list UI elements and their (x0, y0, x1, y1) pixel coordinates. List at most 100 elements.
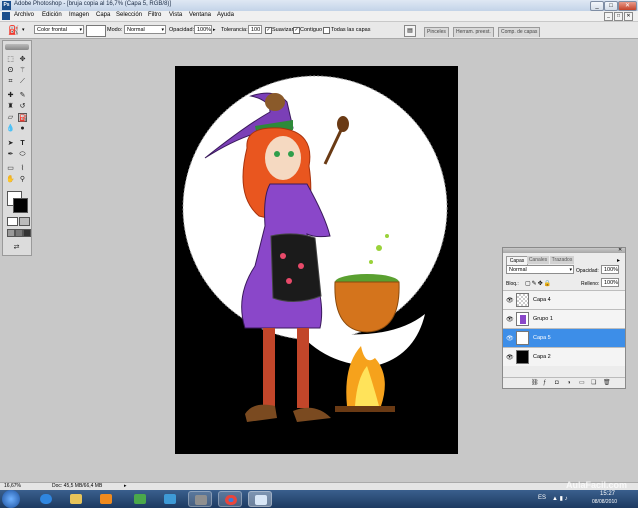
toolbox-header[interactable] (5, 44, 29, 50)
mode-select[interactable]: Normal ▾ (124, 25, 166, 34)
menu-ayuda[interactable]: Ayuda (217, 12, 234, 18)
history-brush-icon[interactable]: ↺ (18, 102, 27, 111)
lasso-tool-icon[interactable]: ʘ (6, 66, 15, 75)
doc-icon[interactable] (2, 12, 10, 20)
link-layers-icon[interactable]: ⛓ (531, 378, 539, 389)
notes-tool-icon[interactable]: ▭ (6, 164, 15, 173)
marquee-tool-icon[interactable]: ⬚ (6, 55, 15, 64)
people-icon[interactable] (158, 491, 182, 507)
fill-source-select[interactable]: Color frontal ▾ (34, 25, 84, 34)
eye-icon[interactable]: 👁 (506, 297, 514, 304)
zoom-level[interactable]: 16,67% (4, 483, 21, 489)
layer-row-capa-2[interactable]: 👁 Capa 2 (503, 347, 625, 366)
eye-icon[interactable]: 👁 (506, 316, 514, 323)
clock-date[interactable]: 08/08/2010 (592, 499, 617, 505)
layer-name[interactable]: Capa 4 (533, 297, 551, 303)
chrome-icon[interactable] (218, 491, 242, 507)
paint-bucket-icon[interactable]: ⛽ (8, 25, 19, 36)
jump-to-imageready-icon[interactable]: ⇄ (12, 243, 21, 252)
menu-seleccion[interactable]: Selección (116, 12, 142, 18)
menu-capa[interactable]: Capa (96, 12, 110, 18)
pen-tool-icon[interactable]: ✒ (6, 150, 15, 159)
screen-mode-full-icon[interactable] (23, 229, 31, 237)
lock-icons[interactable]: ▢✎✥🔒 (525, 280, 552, 287)
standard-mode-icon[interactable] (7, 217, 18, 226)
hand-tool-icon[interactable]: ✋ (6, 175, 15, 184)
doc-restore-button[interactable]: □ (614, 12, 623, 21)
tab-canales[interactable]: Canales (527, 256, 549, 264)
layer-style-icon[interactable]: ƒ (543, 378, 546, 389)
menu-vista[interactable]: Vista (169, 12, 182, 18)
layer-name[interactable]: Capa 2 (533, 354, 551, 360)
document-canvas[interactable] (175, 66, 458, 454)
photoshop-taskbar-icon[interactable] (248, 491, 272, 507)
tray-icons[interactable]: ▲ ▮ ♪ (552, 495, 568, 502)
panel-opacity-input[interactable]: 100% (601, 265, 619, 274)
status-arrow-icon[interactable]: ▸ (124, 483, 127, 489)
new-layer-icon[interactable]: ❏ (591, 378, 596, 389)
tab-trazados[interactable]: Trazados (550, 256, 574, 264)
media-player-icon[interactable] (94, 491, 118, 507)
blur-tool-icon[interactable]: 💧 (6, 124, 15, 133)
foreground-color-swatch[interactable] (13, 198, 28, 213)
layer-row-capa-4[interactable]: 👁 Capa 4 (503, 290, 625, 309)
maximize-button[interactable]: □ (604, 1, 618, 11)
doc-close-button[interactable]: ✕ (624, 12, 633, 21)
quick-mask-icon[interactable] (19, 217, 30, 226)
slice-tool-icon[interactable]: ⟋ (18, 77, 27, 86)
adjustment-layer-icon[interactable]: ◑ (567, 378, 571, 389)
layer-name[interactable]: Grupo 1 (533, 316, 553, 322)
panel-close-icon[interactable]: ✕ (618, 248, 622, 253)
pattern-swatch[interactable] (86, 25, 106, 37)
menu-ventana[interactable]: Ventana (189, 12, 211, 18)
layer-row-capa-5[interactable]: 👁 Capa 5 (503, 328, 625, 347)
layer-mask-icon[interactable]: ◘ (555, 378, 559, 389)
contiguous-checkbox[interactable]: ✓ (293, 27, 300, 34)
blend-mode-select[interactable]: Normal ▾ (506, 265, 574, 274)
tool-preset-arrow-icon[interactable]: ▾ (22, 27, 25, 33)
tolerance-input[interactable]: 100 (248, 25, 262, 34)
menu-filtro[interactable]: Filtro (148, 12, 161, 18)
language-indicator[interactable]: ES (538, 495, 546, 501)
layer-name[interactable]: Capa 5 (533, 335, 551, 341)
eye-icon[interactable]: 👁 (506, 354, 514, 361)
new-group-icon[interactable]: ▭ (579, 378, 585, 389)
fill-input[interactable]: 100% (601, 278, 619, 287)
panel-header[interactable] (503, 248, 625, 253)
layer-row-grupo-1[interactable]: 👁 Grupo 1 (503, 309, 625, 328)
opacity-input[interactable]: 100% (194, 25, 212, 34)
healing-brush-icon[interactable]: ✚ (6, 91, 15, 100)
tab-herram-preest[interactable]: Herram. preest. (453, 27, 494, 37)
smooth-checkbox[interactable]: ✓ (265, 27, 272, 34)
minimize-button[interactable]: _ (590, 1, 604, 11)
path-selection-icon[interactable]: ➤ (6, 139, 15, 148)
move-tool-icon[interactable]: ✥ (18, 55, 27, 64)
zoom-tool-icon[interactable]: ⚲ (18, 175, 27, 184)
tab-capas[interactable]: Capas (506, 256, 528, 265)
menu-edicion[interactable]: Edición (42, 12, 62, 18)
type-tool-icon[interactable]: T (18, 139, 27, 148)
screen-mode-full-menu-icon[interactable] (15, 229, 23, 237)
shape-tool-icon[interactable]: ⬭ (18, 150, 27, 159)
brush-tool-icon[interactable]: ✎ (18, 91, 27, 100)
messenger-icon[interactable] (128, 491, 152, 507)
internet-explorer-icon[interactable] (34, 491, 58, 507)
eraser-tool-icon[interactable]: ▱ (6, 113, 15, 122)
clone-stamp-icon[interactable]: ♜ (6, 102, 15, 111)
doc-minimize-button[interactable]: _ (604, 12, 613, 21)
start-button[interactable] (2, 490, 20, 508)
palette-well-icon[interactable]: ▤ (404, 25, 416, 37)
menu-imagen[interactable]: Imagen (69, 12, 89, 18)
eyedropper-tool-icon[interactable]: ⌇ (18, 164, 27, 173)
menu-archivo[interactable]: Archivo (14, 12, 34, 18)
dodge-tool-icon[interactable]: ● (18, 124, 27, 133)
all-layers-checkbox[interactable] (323, 27, 330, 34)
explorer-folder-icon[interactable] (64, 491, 88, 507)
panel-menu-icon[interactable]: ▸ (617, 257, 620, 264)
eye-icon[interactable]: 👁 (506, 335, 514, 342)
clock-time[interactable]: 15:27 (600, 491, 615, 497)
paint-bucket-tool-icon[interactable]: ⛽ (18, 113, 28, 122)
tab-pinceles[interactable]: Pinceles (424, 27, 449, 37)
scanner-icon[interactable] (188, 491, 212, 507)
screen-mode-standard-icon[interactable] (7, 229, 15, 237)
